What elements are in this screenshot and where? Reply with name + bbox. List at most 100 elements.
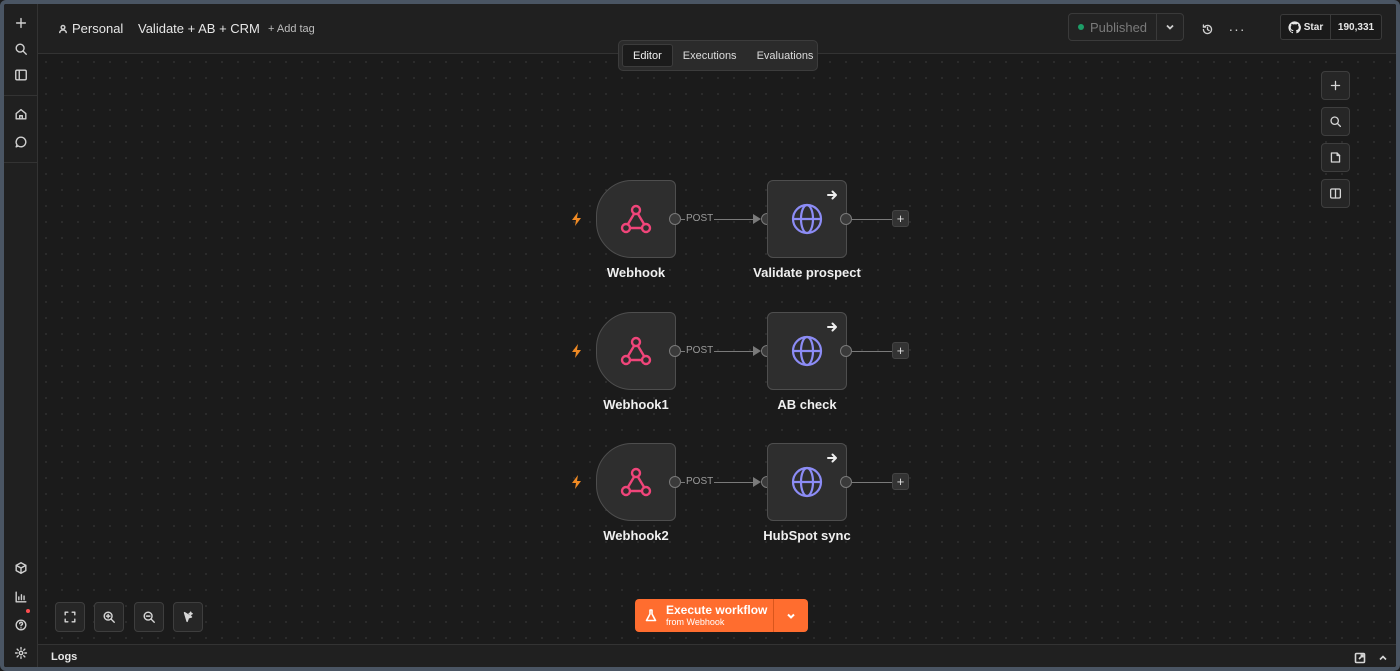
github-star-count: 190,331: [1337, 21, 1375, 33]
history-icon[interactable]: [1199, 21, 1215, 37]
chevron-up-icon[interactable]: [1377, 651, 1389, 663]
popout-icon[interactable]: [1354, 651, 1366, 664]
add-sticky-note-button[interactable]: [1321, 143, 1350, 172]
search-nodes-button[interactable]: [1321, 107, 1350, 136]
node-label: HubSpot sync: [763, 528, 851, 543]
zoom-out-button[interactable]: [134, 602, 164, 632]
status-dot: [1077, 24, 1084, 30]
rail-divider: [4, 95, 38, 96]
fit-view-button[interactable]: [55, 602, 85, 632]
more-options-icon[interactable]: ···: [1229, 21, 1245, 37]
notification-dot: [26, 609, 30, 613]
node-label: Webhook1: [603, 397, 669, 412]
arrow-right-icon: [826, 451, 838, 463]
zoom-in-icon: [103, 611, 115, 623]
output-handle[interactable]: [669, 345, 681, 357]
project-name: Personal: [72, 21, 124, 36]
output-handle[interactable]: [669, 476, 681, 488]
zoom-in-button[interactable]: [94, 602, 124, 632]
workflow-canvas[interactable]: [38, 54, 1396, 640]
execute-workflow-button[interactable]: Execute workflow from Webhook: [635, 599, 808, 632]
add-node-button[interactable]: [1321, 71, 1350, 100]
fit-view-icon: [64, 611, 76, 623]
output-handle[interactable]: [669, 213, 681, 225]
settings-icon[interactable]: [11, 643, 31, 663]
webhook-node[interactable]: [596, 180, 676, 258]
view-tabs: Editor Executions Evaluations: [618, 40, 818, 71]
github-star-button[interactable]: Star: [1281, 15, 1331, 39]
tab-evaluations[interactable]: Evaluations: [747, 44, 824, 67]
user-icon: [58, 24, 68, 33]
sticky-note-icon: [1330, 152, 1341, 163]
webhook-icon: [620, 467, 652, 497]
templates-icon[interactable]: [11, 558, 31, 578]
node-label: AB check: [777, 397, 837, 412]
zoom-out-icon: [143, 611, 155, 623]
chat-icon[interactable]: [11, 132, 31, 152]
output-handle[interactable]: [840, 476, 852, 488]
add-tag-button[interactable]: + Add tag: [268, 23, 315, 35]
webhook-node[interactable]: [596, 312, 676, 390]
panel-icon: [1329, 188, 1342, 199]
tidy-up-icon: [183, 611, 193, 623]
github-star-widget[interactable]: Star 190,331: [1280, 14, 1382, 40]
toggle-panel-button[interactable]: [1321, 179, 1350, 208]
connection-arrow: [753, 477, 761, 487]
connection-line: [852, 219, 892, 220]
trigger-bolt-icon: [571, 344, 583, 358]
output-handle[interactable]: [840, 213, 852, 225]
plus-icon[interactable]: [11, 13, 31, 33]
flask-icon: [645, 609, 657, 622]
connection-line: [852, 482, 892, 483]
connection-label: POST: [685, 213, 715, 224]
insights-icon[interactable]: [11, 587, 31, 607]
add-next-node-button[interactable]: +: [892, 342, 909, 359]
execute-dropdown[interactable]: [774, 599, 808, 632]
add-next-node-button[interactable]: +: [892, 473, 909, 490]
connection-arrow: [753, 346, 761, 356]
publish-dropdown[interactable]: [1157, 22, 1183, 32]
execute-label: Execute workflow: [666, 603, 768, 617]
arrow-right-icon: [826, 320, 838, 332]
help-icon[interactable]: [11, 615, 31, 635]
globe-icon: [791, 203, 823, 235]
webhook-icon: [620, 336, 652, 366]
connection-line: [852, 351, 892, 352]
rail-divider: [4, 162, 38, 163]
published-status[interactable]: Published: [1069, 14, 1157, 40]
webhook-icon: [620, 204, 652, 234]
execute-main-button[interactable]: Execute workflow from Webhook: [635, 599, 774, 632]
globe-icon: [791, 466, 823, 498]
node-label: Webhook: [606, 265, 666, 280]
github-star-label: Star: [1303, 21, 1324, 33]
publish-status-button[interactable]: Published: [1068, 13, 1184, 41]
home-icon[interactable]: [11, 104, 31, 124]
search-icon[interactable]: [11, 39, 31, 59]
output-handle[interactable]: [840, 345, 852, 357]
workflow-name[interactable]: Validate + AB + CRM: [138, 21, 260, 36]
node-label: Validate prospect: [753, 265, 861, 280]
connection-arrow: [753, 214, 761, 224]
trigger-bolt-icon: [571, 475, 583, 489]
tab-editor[interactable]: Editor: [622, 44, 673, 67]
plus-icon: [1330, 80, 1341, 91]
node-label: Webhook2: [603, 528, 669, 543]
tab-executions[interactable]: Executions: [673, 44, 747, 67]
github-icon: [1288, 20, 1301, 33]
published-label: Published: [1089, 19, 1148, 35]
connection-label: POST: [685, 476, 715, 487]
logs-panel-bar[interactable]: Logs: [38, 644, 1396, 667]
breadcrumb-project[interactable]: Personal: [58, 21, 123, 36]
arrow-right-icon: [826, 188, 838, 200]
left-rail: [4, 4, 38, 667]
webhook-node[interactable]: [596, 443, 676, 521]
tidy-up-button[interactable]: [173, 602, 203, 632]
connection-label: POST: [685, 345, 715, 356]
chevron-down-icon: [787, 613, 795, 619]
logs-label: Logs: [51, 651, 78, 663]
add-next-node-button[interactable]: +: [892, 210, 909, 227]
search-icon: [1330, 116, 1342, 128]
sidebar-icon[interactable]: [11, 65, 31, 85]
trigger-bolt-icon: [571, 212, 583, 226]
chevron-down-icon: [1166, 24, 1174, 30]
